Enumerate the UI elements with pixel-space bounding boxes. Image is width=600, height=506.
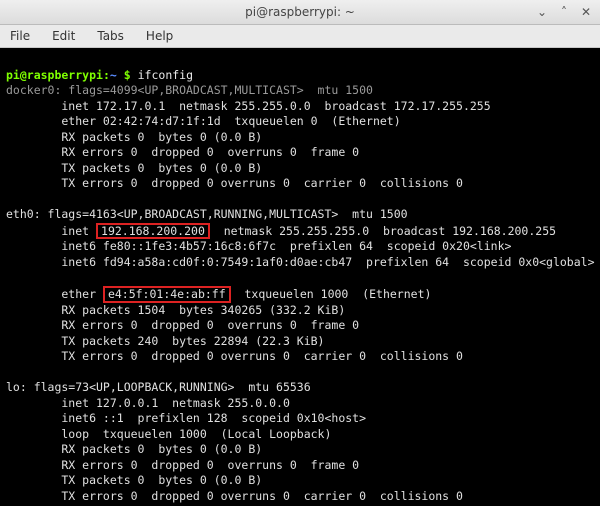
docker0-line: ether 02:42:74:d7:1f:1d txqueuelen 0 (Et… <box>6 114 401 128</box>
titlebar[interactable]: pi@raspberrypi: ~ ⌄ ˄ ✕ <box>0 0 600 25</box>
maximize-icon[interactable]: ˄ <box>556 6 572 18</box>
minimize-icon[interactable]: ⌄ <box>534 6 550 18</box>
menu-edit[interactable]: Edit <box>48 27 79 45</box>
docker0-line: TX errors 0 dropped 0 overruns 0 carrier… <box>6 176 463 190</box>
lo-line: TX errors 0 dropped 0 overruns 0 carrier… <box>6 489 463 503</box>
command-text: ifconfig <box>138 68 193 82</box>
menu-help[interactable]: Help <box>142 27 177 45</box>
eth0-line: inet6 fd94:a58a:cd0f:0:7549:1af0:d0ae:cb… <box>6 255 595 269</box>
menubar: File Edit Tabs Help <box>0 25 600 48</box>
close-icon[interactable]: ✕ <box>578 6 594 18</box>
terminal-window: pi@raspberrypi: ~ ⌄ ˄ ✕ File Edit Tabs H… <box>0 0 600 506</box>
docker0-line: TX packets 0 bytes 0 (0.0 B) <box>6 161 262 175</box>
eth0-ether-pre: ether <box>6 287 103 301</box>
lo-line: inet6 ::1 prefixlen 128 scopeid 0x10<hos… <box>6 411 366 425</box>
lo-line: TX packets 0 bytes 0 (0.0 B) <box>6 473 262 487</box>
eth0-line: TX packets 240 bytes 22894 (22.3 KiB) <box>6 334 325 348</box>
docker0-line: RX errors 0 dropped 0 overruns 0 frame 0 <box>6 145 359 159</box>
prompt-user: pi@raspberrypi <box>6 68 103 82</box>
eth0-inet-pre: inet <box>6 224 96 238</box>
eth0-line: TX errors 0 dropped 0 overruns 0 carrier… <box>6 349 463 363</box>
highlighted-mac: e4:5f:01:4e:ab:ff <box>103 286 231 303</box>
eth0-line: RX packets 1504 bytes 340265 (332.2 KiB) <box>6 303 345 317</box>
lo-header: lo: flags=73<UP,LOOPBACK,RUNNING> mtu 65… <box>6 380 311 394</box>
window-controls: ⌄ ˄ ✕ <box>534 0 594 24</box>
eth0-line: inet6 fe80::1fe3:4b57:16c8:6f7c prefixle… <box>6 239 511 253</box>
eth0-line: RX errors 0 dropped 0 overruns 0 frame 0 <box>6 318 359 332</box>
terminal-output[interactable]: pi@raspberrypi:~ $ ifconfig docker0: fla… <box>0 48 600 506</box>
lo-line: loop txqueuelen 1000 (Local Loopback) <box>6 427 331 441</box>
highlighted-ip: 192.168.200.200 <box>96 223 210 240</box>
lo-line: RX packets 0 bytes 0 (0.0 B) <box>6 442 262 456</box>
menu-file[interactable]: File <box>6 27 34 45</box>
lo-line: inet 127.0.0.1 netmask 255.0.0.0 <box>6 396 290 410</box>
menu-tabs[interactable]: Tabs <box>93 27 128 45</box>
window-title: pi@raspberrypi: ~ <box>245 5 355 19</box>
lo-line: RX errors 0 dropped 0 overruns 0 frame 0 <box>6 458 359 472</box>
docker0-line: RX packets 0 bytes 0 (0.0 B) <box>6 130 262 144</box>
eth0-inet-post: netmask 255.255.255.0 broadcast 192.168.… <box>210 224 556 238</box>
docker0-line: inet 172.17.0.1 netmask 255.255.0.0 broa… <box>6 99 491 113</box>
prompt-path: ~ <box>110 68 117 82</box>
eth0-header: eth0: flags=4163<UP,BROADCAST,RUNNING,MU… <box>6 207 408 221</box>
eth0-ether-post: txqueuelen 1000 (Ethernet) <box>231 287 432 301</box>
docker0-header: docker0: flags=4099<UP,BROADCAST,MULTICA… <box>6 83 373 97</box>
